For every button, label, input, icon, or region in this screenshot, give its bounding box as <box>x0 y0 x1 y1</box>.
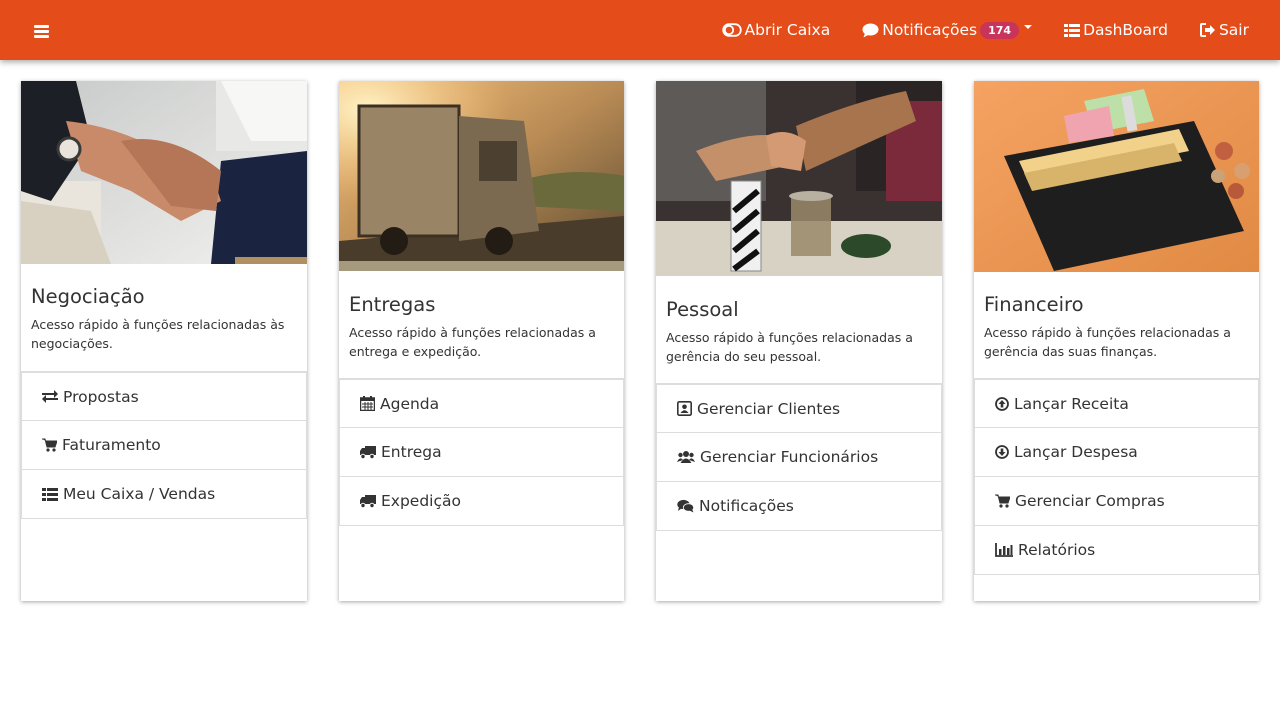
sign-out-icon <box>1199 23 1215 37</box>
cart-icon <box>42 438 57 452</box>
top-navbar: Abrir Caixa Notificações 174 DashBoard S… <box>0 0 1280 60</box>
card-entregas: Entregas Acesso rápido à funções relacio… <box>339 81 624 601</box>
exchange-icon <box>42 390 58 403</box>
contact-book-icon <box>677 401 692 416</box>
list-icon <box>1064 23 1081 37</box>
notificacoes-label: Notificações <box>882 21 978 39</box>
card-description: Acesso rápido à funções relacionadas a g… <box>666 330 913 364</box>
truck-icon <box>360 494 376 508</box>
menu-item-label: Lançar Despesa <box>1014 443 1138 461</box>
negociacao-menu: Propostas Faturamento Meu Caixa / Vendas <box>21 371 307 519</box>
menu-item-label: Lançar Receita <box>1014 394 1129 413</box>
truck-image <box>339 81 624 271</box>
menu-item-faturamento[interactable]: Faturamento <box>21 420 307 470</box>
comment-icon <box>862 23 879 37</box>
bar-chart-icon <box>995 543 1013 557</box>
menu-item-expedicao[interactable]: Expedição <box>339 476 624 526</box>
truck-icon <box>360 445 376 459</box>
team-fistbump-image <box>656 81 942 276</box>
cart-icon <box>995 494 1010 508</box>
menu-item-label: Faturamento <box>62 436 161 454</box>
menu-item-meu-caixa[interactable]: Meu Caixa / Vendas <box>21 469 307 519</box>
notificacoes-dropdown[interactable]: Notificações 174 <box>862 21 1033 39</box>
menu-item-label: Relatórios <box>1018 541 1096 559</box>
handshake-image <box>21 81 307 264</box>
dashboard-link[interactable]: DashBoard <box>1064 21 1168 39</box>
menu-item-label: Entrega <box>381 443 442 461</box>
toggle-icon <box>721 23 742 37</box>
card-pessoal: Pessoal Acesso rápido à funções relacion… <box>656 81 942 601</box>
menu-item-label: Gerenciar Compras <box>1015 492 1165 510</box>
menu-item-label: Meu Caixa / Vendas <box>63 485 216 503</box>
card-financeiro: Financeiro Acesso rápido à funções relac… <box>974 81 1259 601</box>
menu-item-gerenciar-compras[interactable]: Gerenciar Compras <box>974 476 1259 526</box>
menu-item-gerenciar-funcionarios[interactable]: Gerenciar Funcionários <box>656 432 942 482</box>
sair-link[interactable]: Sair <box>1199 21 1249 39</box>
abrir-caixa-link[interactable]: Abrir Caixa <box>721 21 831 39</box>
users-icon <box>677 451 695 463</box>
menu-item-gerenciar-clientes[interactable]: Gerenciar Clientes <box>656 383 942 433</box>
card-title: Pessoal <box>666 298 739 321</box>
menu-item-propostas[interactable]: Propostas <box>21 371 307 421</box>
abrir-caixa-label: Abrir Caixa <box>744 21 831 39</box>
card-title: Entregas <box>349 293 436 316</box>
menu-item-agenda[interactable]: Agenda <box>339 378 624 428</box>
menu-item-notificacoes[interactable]: Notificações <box>656 481 942 531</box>
menu-item-label: Agenda <box>380 394 440 413</box>
menu-item-relatorios[interactable]: Relatórios <box>974 525 1259 575</box>
card-negociacao: Negociação Acesso rápido à funções relac… <box>21 81 307 601</box>
card-title: Negociação <box>31 285 145 308</box>
menu-item-label: Gerenciar Clientes <box>697 399 841 418</box>
card-description: Acesso rápido à funções relacionadas a g… <box>984 325 1231 359</box>
sair-label: Sair <box>1218 21 1249 39</box>
arrow-circle-up-icon <box>995 396 1009 411</box>
comments-icon <box>677 499 694 513</box>
entregas-menu: Agenda Entrega Expedição <box>339 378 624 526</box>
dashboard-label: DashBoard <box>1083 21 1168 39</box>
wallet-image <box>974 81 1259 272</box>
caret-down-icon <box>1024 25 1033 29</box>
navbar-menu: Abrir Caixa Notificações 174 DashBoard S… <box>721 0 1280 60</box>
calendar-icon <box>360 396 375 411</box>
list-icon <box>42 487 58 501</box>
menu-item-label: Gerenciar Funcionários <box>700 448 879 466</box>
menu-item-label: Notificações <box>699 497 794 515</box>
card-title: Financeiro <box>984 293 1084 316</box>
notification-count-badge: 174 <box>980 21 1020 39</box>
card-description: Acesso rápido à funções relacionadas a e… <box>349 325 596 359</box>
menu-toggle-icon[interactable] <box>34 25 49 38</box>
pessoal-menu: Gerenciar Clientes Gerenciar Funcionário… <box>656 383 942 531</box>
card-description: Acesso rápido à funções relacionadas às … <box>31 317 285 351</box>
menu-item-lancar-receita[interactable]: Lançar Receita <box>974 378 1259 428</box>
menu-item-label: Expedição <box>381 492 461 510</box>
financeiro-menu: Lançar Receita Lançar Despesa Gerenciar … <box>974 378 1259 575</box>
menu-item-label: Propostas <box>63 387 139 406</box>
arrow-circle-down-icon <box>995 445 1009 459</box>
menu-item-lancar-despesa[interactable]: Lançar Despesa <box>974 427 1259 477</box>
menu-item-entrega[interactable]: Entrega <box>339 427 624 477</box>
